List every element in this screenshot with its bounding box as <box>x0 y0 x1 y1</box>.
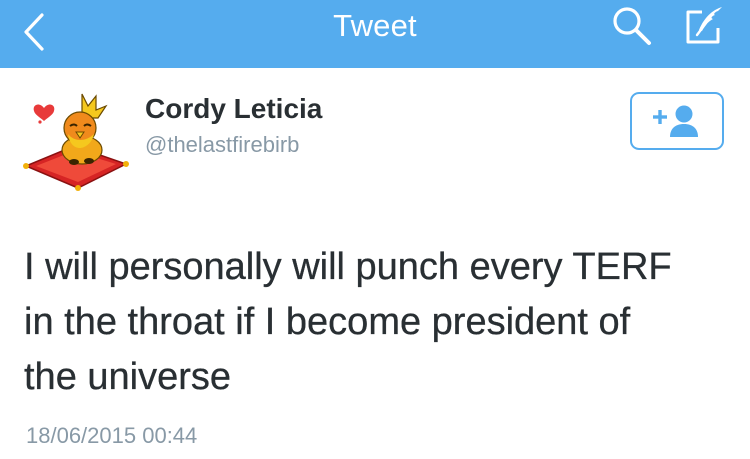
search-icon <box>613 7 651 45</box>
tweet-text-line: in the throat if I become president of <box>24 301 631 343</box>
follow-button[interactable] <box>630 92 724 150</box>
tweet-text-line: I will personally will punch every TERF <box>24 246 672 288</box>
follow-user-icon <box>653 105 698 137</box>
compose-icon <box>686 7 722 44</box>
author-avatar[interactable] <box>22 88 130 192</box>
author-display-name[interactable]: Cordy Leticia <box>145 93 322 125</box>
tweet-text-line: the universe <box>24 356 232 398</box>
nav-bar: Tweet <box>0 0 750 68</box>
author-handle[interactable]: @thelastfirebirb <box>145 132 299 158</box>
search-button[interactable] <box>606 2 658 50</box>
avatar-fire-chick-icon <box>23 93 129 191</box>
tweet-text: I will personally will punch every TERF … <box>24 240 734 405</box>
compose-button[interactable] <box>678 2 730 50</box>
tweet-timestamp: 18/06/2015 00:44 <box>26 423 198 448</box>
